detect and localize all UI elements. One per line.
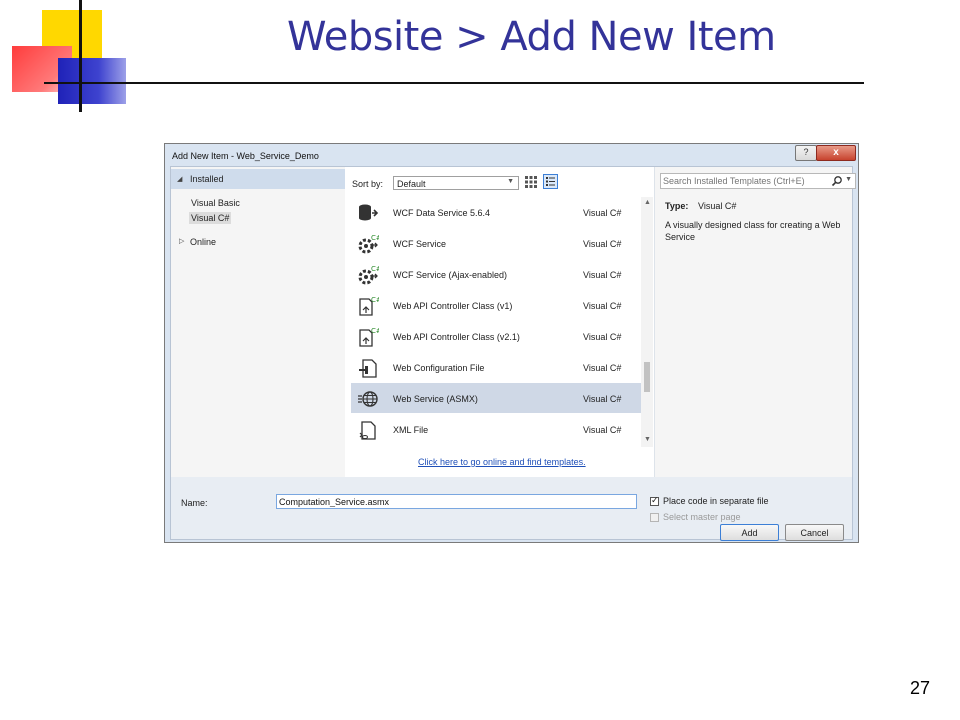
list-view-button[interactable] — [543, 174, 558, 189]
expanded-arrow-icon: ◢ — [177, 176, 183, 183]
close-button[interactable]: x — [816, 145, 856, 161]
web-service-globe-icon — [358, 391, 378, 407]
chevron-down-icon: ▼ — [507, 178, 514, 185]
list-item[interactable]: Web Configuration File Visual C# — [351, 352, 641, 382]
xml-file-icon — [359, 421, 376, 440]
list-item[interactable]: XML File Visual C# — [351, 414, 641, 444]
template-name: XML File — [393, 425, 429, 435]
tree-item-installed[interactable]: ◢ Installed — [171, 169, 345, 189]
tree-item-visual-csharp[interactable]: Visual C# — [189, 212, 232, 224]
template-language: Visual C# — [583, 239, 622, 249]
template-language: Visual C# — [583, 363, 622, 373]
name-field[interactable] — [276, 494, 637, 509]
search-input[interactable] — [663, 175, 823, 187]
sort-by-value: Default — [397, 179, 426, 189]
scroll-up-arrow-icon[interactable]: ▲ — [644, 199, 651, 206]
place-code-checkbox[interactable] — [650, 495, 659, 506]
dialog-title: Add New Item - Web_Service_Demo — [172, 151, 319, 161]
template-name: Web Service (ASMX) — [393, 394, 478, 404]
online-templates-link[interactable]: Click here to go online and find templat… — [418, 457, 586, 467]
search-box[interactable]: ▼ — [660, 173, 856, 189]
template-description: A visually designed class for creating a… — [665, 220, 841, 242]
list-toolbar: Sort by: Default ▼ — [347, 169, 647, 195]
tree-label-installed: Installed — [190, 174, 224, 184]
template-name: Web API Controller Class (v2.1) — [393, 332, 520, 342]
template-list: WCF Data Service 5.6.4 Visual C# C# WCF … — [351, 197, 641, 447]
svg-text:C#: C# — [371, 296, 379, 304]
list-item[interactable]: C# WCF Service (Ajax-enabled) Visual C# — [351, 259, 641, 289]
list-item[interactable]: C# Web API Controller Class (v2.1) Visua… — [351, 321, 641, 351]
page-number: 27 — [909, 678, 930, 698]
collapsed-arrow-icon: ▷ — [179, 238, 185, 245]
scroll-thumb[interactable] — [644, 362, 650, 392]
template-language: Visual C# — [583, 425, 622, 435]
template-language: Visual C# — [583, 394, 622, 404]
add-new-item-dialog: Add New Item - Web_Service_Demo ? x ◢ In… — [164, 143, 859, 543]
list-scrollbar[interactable]: ▲ ▼ — [641, 197, 653, 447]
scroll-down-arrow-icon[interactable]: ▼ — [644, 436, 651, 443]
slide-title: Website > Add New Item — [287, 14, 776, 60]
sort-by-select[interactable]: Default ▼ — [393, 176, 519, 190]
dialog-footer: Name: Place code in separate file Select… — [171, 477, 852, 541]
svg-text:C#: C# — [371, 234, 379, 242]
template-language: Visual C# — [583, 301, 622, 311]
dialog-body: ◢ Installed Visual Basic Visual C# ▷ Onl… — [170, 166, 856, 541]
decor-blue-square — [58, 58, 126, 104]
place-code-label: Place code in separate file — [663, 496, 769, 506]
cancel-button[interactable]: Cancel — [785, 524, 844, 541]
template-language: Visual C# — [583, 270, 622, 280]
grid-view-icon[interactable] — [524, 175, 538, 189]
wcf-ajax-service-icon: C# — [358, 265, 379, 285]
add-button[interactable]: Add — [720, 524, 779, 541]
dialog-titlebar: Add New Item - Web_Service_Demo ? x — [165, 144, 858, 166]
svg-text:C#: C# — [371, 265, 379, 273]
decor-horizontal-line — [44, 82, 864, 84]
details-pane: ▼ Type: Visual C# A visually designed cl… — [654, 167, 856, 477]
template-name: WCF Service (Ajax-enabled) — [393, 270, 508, 280]
data-service-icon — [359, 204, 379, 221]
sort-by-label: Sort by: — [352, 179, 384, 189]
decor-vertical-line — [79, 0, 82, 112]
type-value: Visual C# — [698, 201, 737, 211]
list-item[interactable]: C# WCF Service Visual C# — [351, 228, 641, 258]
master-page-label: Select master page — [663, 512, 741, 522]
template-language: Visual C# — [583, 208, 622, 218]
web-api-controller-icon: C# — [359, 296, 379, 316]
list-item[interactable]: C# Web API Controller Class (v1) Visual … — [351, 290, 641, 320]
template-name: Web API Controller Class (v1) — [393, 301, 513, 311]
list-item[interactable]: WCF Data Service 5.6.4 Visual C# — [351, 197, 641, 227]
type-label: Type: — [665, 201, 689, 211]
template-tree: ◢ Installed Visual Basic Visual C# ▷ Onl… — [171, 167, 345, 477]
template-language: Visual C# — [583, 332, 622, 342]
tree-item-visual-basic[interactable]: Visual Basic — [189, 197, 242, 209]
template-name: WCF Service — [393, 239, 447, 249]
help-button[interactable]: ? — [795, 145, 817, 161]
web-api-controller-icon: C# — [359, 327, 379, 347]
tree-label-online: Online — [190, 237, 217, 247]
web-config-icon — [359, 359, 377, 378]
name-label: Name: — [181, 498, 208, 508]
master-page-checkbox[interactable] — [650, 513, 659, 522]
list-view-icon — [546, 177, 555, 186]
name-input[interactable] — [279, 496, 629, 508]
list-item-selected[interactable]: Web Service (ASMX) Visual C# — [351, 383, 641, 413]
template-name: WCF Data Service 5.6.4 — [393, 208, 491, 218]
search-icon[interactable] — [831, 175, 843, 187]
svg-text:C#: C# — [371, 327, 379, 335]
wcf-service-icon: C# — [358, 234, 379, 254]
template-name: Web Configuration File — [393, 363, 485, 373]
chevron-down-icon[interactable]: ▼ — [845, 176, 852, 183]
